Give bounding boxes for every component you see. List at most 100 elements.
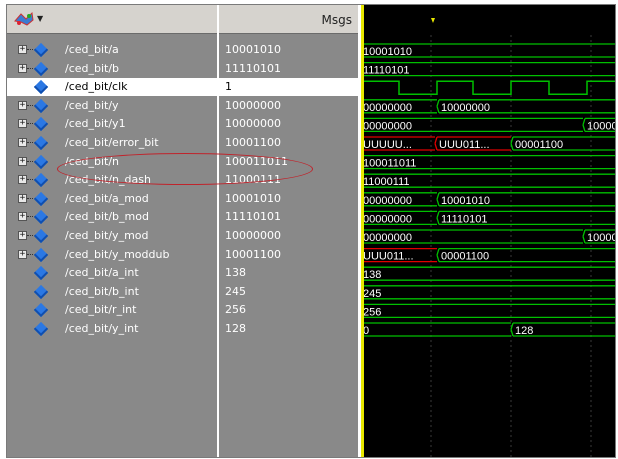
tree-connector (27, 67, 33, 69)
signal-name-pane: ▼ + /ced_bit/a + /ced_bit/b/ced_bit/clk + /ce… (7, 5, 217, 457)
value-row-y-int[interactable]: 128 (219, 320, 358, 338)
expand-icon[interactable]: + (18, 249, 27, 259)
bus-value-label: 11000111 (363, 176, 410, 188)
signal-row-error-bit[interactable]: + /ced_bit/error_bit (7, 134, 217, 152)
signal-diamond-icon (33, 117, 49, 132)
signal-row-b-int[interactable]: /ced_bit/b_int (7, 283, 217, 301)
tree-connector (27, 253, 33, 255)
wave-window-icon[interactable] (13, 11, 35, 27)
signal-row-b-mod[interactable]: + /ced_bit/b_mod (7, 208, 217, 226)
tree-connector (27, 160, 33, 162)
signal-value: 10001010 (225, 191, 281, 205)
signal-value: 10001100 (225, 136, 281, 149)
signal-diamond-icon (33, 61, 49, 76)
signal-row-y-moddub[interactable]: + /ced_bit/y_moddub (7, 246, 217, 264)
signal-diamond-icon (33, 228, 49, 244)
signal-diamond-icon (33, 135, 49, 151)
value-row-error-bit[interactable]: 10001100 (219, 134, 358, 152)
signal-name: /ced_bit/a_mod (65, 191, 149, 205)
error-bit-highlight-ellipse (57, 153, 313, 185)
bus-value-label: 00000000 (363, 232, 412, 244)
bus-value-label: 00000000 (363, 213, 412, 225)
signal-name: /ced_bit/y_int (65, 322, 139, 335)
waveform-pane[interactable]: 10001010 11110101 00000000 10000 000 00000 000… (361, 5, 615, 457)
signal-value-pane: Msgs 10001010 11110101 1 10000000 10000000 10… (219, 5, 358, 457)
value-row-y1[interactable]: 10000000 (219, 115, 358, 133)
value-row-clk[interactable]: 1 (219, 78, 358, 97)
expand-icon[interactable]: + (18, 193, 27, 203)
signal-diamond-icon (33, 266, 49, 281)
value-row-y-moddub[interactable]: 10001100 (219, 246, 358, 264)
wave-header (361, 5, 615, 33)
signal-value: 10001100 (225, 247, 281, 261)
expand-icon[interactable]: + (18, 212, 27, 222)
signal-value: 10001010 (225, 43, 281, 56)
waveform-canvas[interactable]: 10001010 11110101 00000000 10000 00000000 000… (361, 5, 615, 457)
signal-row-y1[interactable]: + /ced_bit/y1 (7, 115, 217, 133)
signal-row-a-mod[interactable]: + /ced_bit/a_mod (7, 190, 217, 208)
bus-value-label: 00001100 (515, 139, 563, 151)
signal-row-a[interactable]: + /ced_bit/a (7, 41, 217, 59)
expand-icon[interactable]: + (18, 175, 27, 185)
expand-icon[interactable]: + (18, 100, 27, 110)
bus-value-label: UUU011... (363, 251, 414, 263)
signal-value: 128 (225, 322, 246, 335)
signal-row-b[interactable]: + /ced_bit/b (7, 60, 217, 78)
value-row-a[interactable]: 10001010 (219, 41, 358, 59)
signal-diamond-icon (33, 98, 49, 113)
bus-segment-a-int (361, 266, 615, 281)
signal-diamond-icon (33, 42, 49, 58)
signal-name: /ced_bit/y_moddub (65, 247, 170, 261)
chevron-down-icon[interactable]: ▼ (37, 14, 43, 23)
value-row-b-mod[interactable]: 11110101 (219, 208, 358, 226)
expand-icon[interactable]: + (18, 231, 27, 240)
name-pane-header: ▼ (7, 5, 217, 34)
signal-row-y[interactable]: + /ced_bit/y (7, 97, 217, 115)
signal-row-r-int[interactable]: /ced_bit/r_int (7, 301, 217, 319)
expand-icon[interactable]: + (18, 138, 27, 147)
bus-segment-y-int (361, 322, 511, 337)
value-row-a-int[interactable]: 138 (219, 264, 358, 282)
expand-icon[interactable]: + (18, 156, 27, 166)
signal-name: /ced_bit/a_int (65, 266, 139, 280)
tree-connector (27, 235, 33, 236)
signal-value: 245 (225, 284, 246, 298)
signal-row-a-int[interactable]: /ced_bit/a_int (7, 264, 217, 282)
bus-value-label: 245 (363, 288, 381, 300)
bus-segment-b-int (361, 285, 615, 300)
bus-value-label: 10000 (587, 232, 615, 244)
bus-value-label: 138 (363, 269, 381, 281)
tree-connector (27, 104, 33, 106)
signal-value: 10000000 (225, 229, 281, 242)
signal-diamond-icon (33, 303, 49, 318)
value-row-y-mod[interactable]: 10000000 (219, 227, 358, 245)
tree-connector (27, 123, 33, 125)
signal-diamond-icon (33, 154, 49, 169)
signal-row-y-mod[interactable]: + /ced_bit/y_mod (7, 227, 217, 245)
signal-name: /ced_bit/b_int (65, 284, 139, 298)
value-row-b[interactable]: 11110101 (219, 60, 358, 78)
signal-row-clk[interactable]: /ced_bit/clk (7, 78, 217, 97)
signal-diamond-icon (33, 191, 49, 206)
bus-value-label: 00000000 (363, 195, 412, 207)
expand-icon[interactable]: + (18, 63, 27, 73)
expand-icon[interactable]: + (18, 45, 27, 54)
signal-name: /ced_bit/y1 (65, 117, 126, 131)
signal-name: /ced_bit/b (65, 61, 120, 75)
tree-connector (27, 179, 33, 181)
signal-diamond-icon (33, 284, 49, 299)
value-row-y[interactable]: 10000000 (219, 97, 358, 115)
time-cursor (361, 5, 364, 457)
signal-row-y-int[interactable]: /ced_bit/y_int (7, 320, 217, 338)
bus-value-label: 11110101 (441, 213, 488, 225)
value-row-a-mod[interactable]: 10001010 (219, 190, 358, 208)
signal-diamond-icon (33, 247, 49, 262)
signal-diamond-icon (33, 80, 49, 95)
value-row-b-int[interactable]: 245 (219, 283, 358, 301)
bus-value-label: 100011011 (363, 158, 416, 170)
bus-value-label: 10001010 (441, 195, 490, 207)
expand-icon[interactable]: + (18, 119, 27, 129)
bus-value-label: 128 (515, 325, 533, 337)
bus-value-label: 00000000 (363, 102, 412, 114)
value-row-r-int[interactable]: 256 (219, 301, 358, 319)
